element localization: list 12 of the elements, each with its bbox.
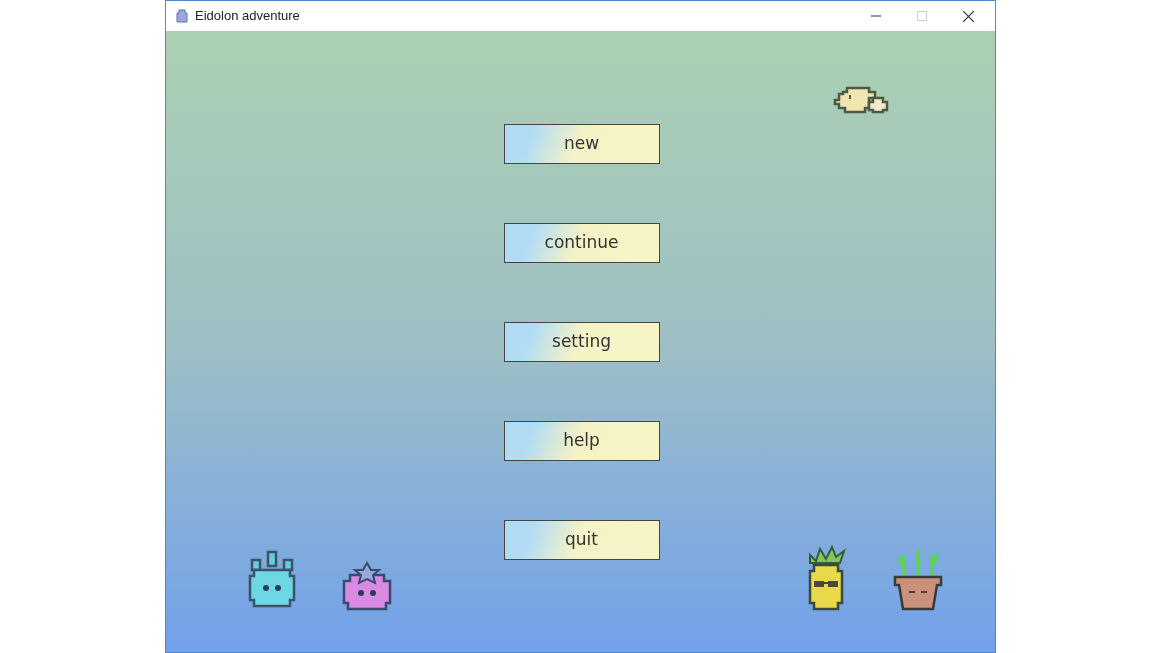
menu-button[interactable]: help (503, 421, 660, 461)
menu-button[interactable]: new (503, 124, 660, 164)
maximize-icon (917, 11, 927, 21)
app-icon (175, 9, 189, 23)
menu-button[interactable]: setting (503, 322, 660, 362)
potted-plant-icon (893, 547, 943, 611)
menu-button[interactable]: quit (503, 520, 660, 560)
star-slime-icon (340, 561, 394, 611)
menu-button[interactable]: continue (503, 223, 660, 263)
close-icon (962, 10, 974, 22)
window-title: Eidolon adventure (195, 7, 300, 26)
antenna-slime-icon (246, 550, 298, 610)
